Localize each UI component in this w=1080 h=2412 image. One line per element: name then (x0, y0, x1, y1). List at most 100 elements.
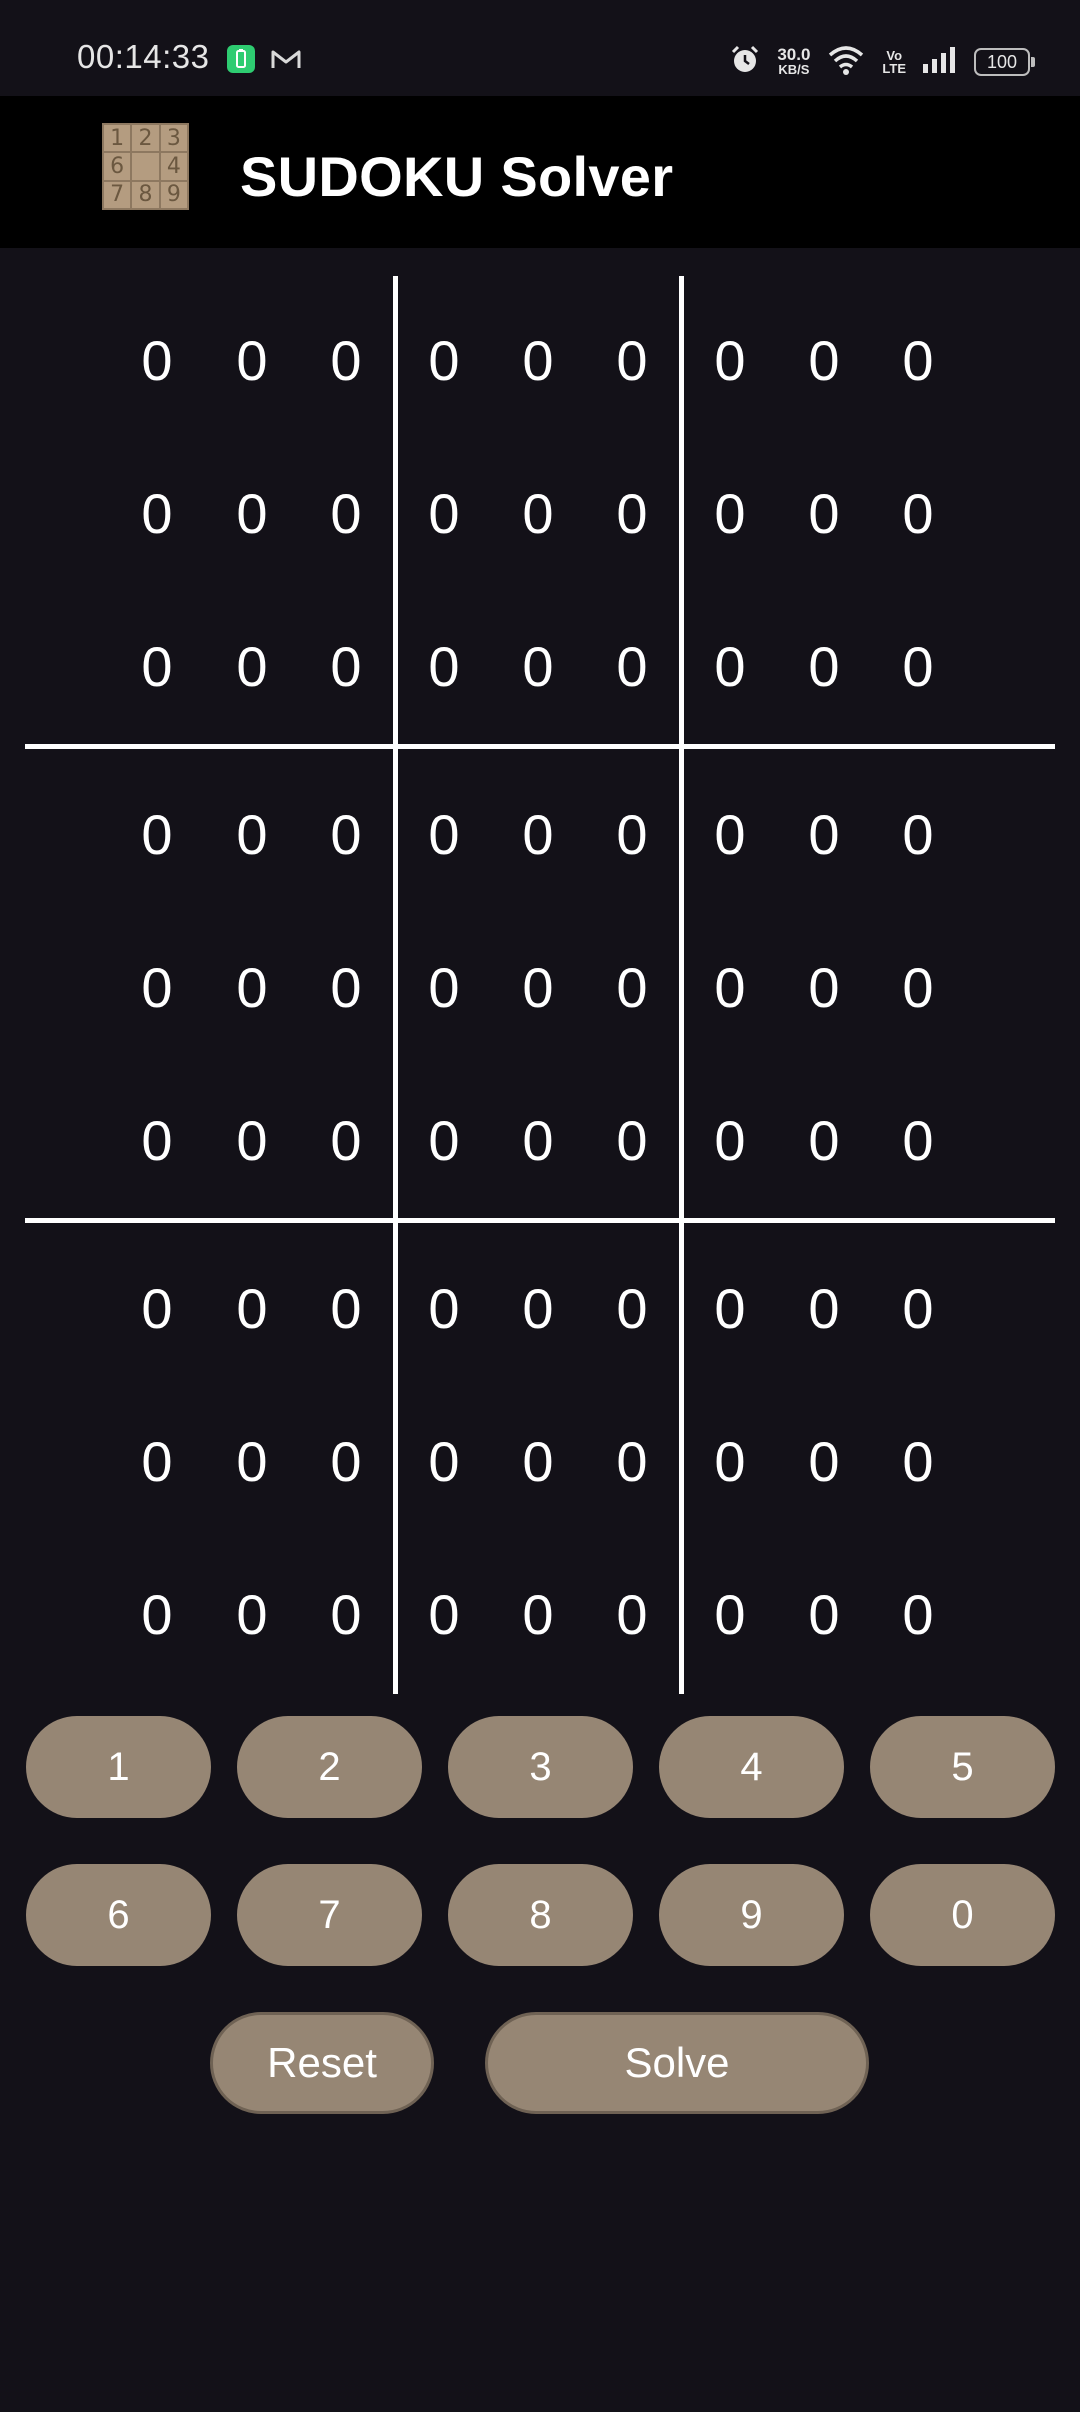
sudoku-cell-r4-c8[interactable]: 0 (784, 794, 864, 874)
sudoku-cell-r7-c3[interactable]: 0 (306, 1268, 386, 1348)
sudoku-cell-r6-c9[interactable]: 0 (878, 1100, 958, 1180)
sudoku-cell-r3-c4[interactable]: 0 (404, 626, 484, 706)
sudoku-cell-r3-c3[interactable]: 0 (306, 626, 386, 706)
app-title: SUDOKU Solver (240, 145, 674, 208)
sudoku-cell-r2-c2[interactable]: 0 (212, 473, 292, 553)
sudoku-cell-r9-c8[interactable]: 0 (784, 1574, 864, 1654)
volte-bottom: LTE (882, 61, 906, 76)
sudoku-cell-r5-c5[interactable]: 0 (498, 947, 578, 1027)
number-button-1[interactable]: 1 (26, 1716, 211, 1818)
number-button-3[interactable]: 3 (448, 1716, 633, 1818)
app-logo-digit: 7 (103, 180, 132, 209)
sudoku-cell-r4-c2[interactable]: 0 (212, 794, 292, 874)
sudoku-cell-r8-c8[interactable]: 0 (784, 1421, 864, 1501)
sudoku-cell-r2-c6[interactable]: 0 (592, 473, 672, 553)
sudoku-cell-r3-c8[interactable]: 0 (784, 626, 864, 706)
sudoku-cell-r9-c9[interactable]: 0 (878, 1574, 958, 1654)
sudoku-cell-r2-c8[interactable]: 0 (784, 473, 864, 553)
sudoku-cell-r6-c2[interactable]: 0 (212, 1100, 292, 1180)
app-logo-icon: 12364789 (102, 123, 189, 210)
sudoku-cell-r8-c7[interactable]: 0 (690, 1421, 770, 1501)
sudoku-cell-r2-c4[interactable]: 0 (404, 473, 484, 553)
app-logo-digit: 1 (103, 124, 132, 153)
sudoku-cell-r7-c4[interactable]: 0 (404, 1268, 484, 1348)
number-button-6[interactable]: 6 (26, 1864, 211, 1966)
sudoku-cell-r3-c5[interactable]: 0 (498, 626, 578, 706)
sudoku-cell-r9-c6[interactable]: 0 (592, 1574, 672, 1654)
number-button-5[interactable]: 5 (870, 1716, 1055, 1818)
sudoku-cell-r9-c2[interactable]: 0 (212, 1574, 292, 1654)
sudoku-cell-r8-c3[interactable]: 0 (306, 1421, 386, 1501)
sudoku-cell-r7-c6[interactable]: 0 (592, 1268, 672, 1348)
sudoku-cell-r4-c1[interactable]: 0 (117, 794, 197, 874)
sudoku-cell-r7-c1[interactable]: 0 (117, 1268, 197, 1348)
sudoku-cell-r5-c4[interactable]: 0 (404, 947, 484, 1027)
sudoku-cell-r2-c7[interactable]: 0 (690, 473, 770, 553)
sudoku-cell-r3-c6[interactable]: 0 (592, 626, 672, 706)
sudoku-cell-r6-c8[interactable]: 0 (784, 1100, 864, 1180)
sudoku-cell-r2-c9[interactable]: 0 (878, 473, 958, 553)
sudoku-cell-r7-c2[interactable]: 0 (212, 1268, 292, 1348)
sudoku-cell-r2-c5[interactable]: 0 (498, 473, 578, 553)
sudoku-cell-r2-c1[interactable]: 0 (117, 473, 197, 553)
sudoku-cell-r5-c3[interactable]: 0 (306, 947, 386, 1027)
sudoku-cell-r9-c5[interactable]: 0 (498, 1574, 578, 1654)
sudoku-cell-r1-c4[interactable]: 0 (404, 320, 484, 400)
sudoku-cell-r1-c1[interactable]: 0 (117, 320, 197, 400)
sudoku-cell-r1-c8[interactable]: 0 (784, 320, 864, 400)
sudoku-cell-r3-c1[interactable]: 0 (117, 626, 197, 706)
sudoku-cell-r9-c7[interactable]: 0 (690, 1574, 770, 1654)
sudoku-cell-r8-c2[interactable]: 0 (212, 1421, 292, 1501)
sudoku-cell-r4-c3[interactable]: 0 (306, 794, 386, 874)
sudoku-cell-r5-c9[interactable]: 0 (878, 947, 958, 1027)
sudoku-cell-r6-c4[interactable]: 0 (404, 1100, 484, 1180)
sudoku-cell-r5-c1[interactable]: 0 (117, 947, 197, 1027)
sudoku-cell-r9-c4[interactable]: 0 (404, 1574, 484, 1654)
sudoku-cell-r4-c9[interactable]: 0 (878, 794, 958, 874)
sudoku-cell-r8-c6[interactable]: 0 (592, 1421, 672, 1501)
number-button-8[interactable]: 8 (448, 1864, 633, 1966)
sudoku-cell-r3-c7[interactable]: 0 (690, 626, 770, 706)
sudoku-cell-r3-c2[interactable]: 0 (212, 626, 292, 706)
sudoku-cell-r7-c9[interactable]: 0 (878, 1268, 958, 1348)
sudoku-cell-r7-c8[interactable]: 0 (784, 1268, 864, 1348)
sudoku-cell-r6-c6[interactable]: 0 (592, 1100, 672, 1180)
sudoku-cell-r5-c7[interactable]: 0 (690, 947, 770, 1027)
sudoku-cell-r1-c5[interactable]: 0 (498, 320, 578, 400)
sudoku-cell-r9-c1[interactable]: 0 (117, 1574, 197, 1654)
sudoku-cell-r8-c5[interactable]: 0 (498, 1421, 578, 1501)
sudoku-cell-r1-c2[interactable]: 0 (212, 320, 292, 400)
sudoku-cell-r6-c1[interactable]: 0 (117, 1100, 197, 1180)
sudoku-cell-r7-c5[interactable]: 0 (498, 1268, 578, 1348)
sudoku-cell-r1-c9[interactable]: 0 (878, 320, 958, 400)
sudoku-cell-r5-c6[interactable]: 0 (592, 947, 672, 1027)
sudoku-cell-r4-c4[interactable]: 0 (404, 794, 484, 874)
sudoku-cell-r6-c7[interactable]: 0 (690, 1100, 770, 1180)
app-logo-digit: 4 (159, 152, 188, 181)
sudoku-cell-r8-c9[interactable]: 0 (878, 1421, 958, 1501)
sudoku-cell-r8-c4[interactable]: 0 (404, 1421, 484, 1501)
sudoku-cell-r1-c3[interactable]: 0 (306, 320, 386, 400)
number-button-0[interactable]: 0 (870, 1864, 1055, 1966)
reset-button[interactable]: Reset (210, 2012, 434, 2114)
solve-button[interactable]: Solve (485, 2012, 869, 2114)
number-button-4[interactable]: 4 (659, 1716, 844, 1818)
sudoku-cell-r8-c1[interactable]: 0 (117, 1421, 197, 1501)
sudoku-cell-r4-c5[interactable]: 0 (498, 794, 578, 874)
sudoku-cell-r9-c3[interactable]: 0 (306, 1574, 386, 1654)
sudoku-cell-r6-c3[interactable]: 0 (306, 1100, 386, 1180)
sudoku-cell-r3-c9[interactable]: 0 (878, 626, 958, 706)
sudoku-cell-r2-c3[interactable]: 0 (306, 473, 386, 553)
sudoku-cell-r7-c7[interactable]: 0 (690, 1268, 770, 1348)
sudoku-cell-r4-c6[interactable]: 0 (592, 794, 672, 874)
sudoku-cell-r1-c6[interactable]: 0 (592, 320, 672, 400)
sudoku-cell-r5-c2[interactable]: 0 (212, 947, 292, 1027)
sudoku-cell-r4-c7[interactable]: 0 (690, 794, 770, 874)
number-button-9[interactable]: 9 (659, 1864, 844, 1966)
sudoku-cell-r5-c8[interactable]: 0 (784, 947, 864, 1027)
battery-indicator: 100 (974, 48, 1035, 76)
number-button-7[interactable]: 7 (237, 1864, 422, 1966)
number-button-2[interactable]: 2 (237, 1716, 422, 1818)
sudoku-cell-r6-c5[interactable]: 0 (498, 1100, 578, 1180)
sudoku-cell-r1-c7[interactable]: 0 (690, 320, 770, 400)
